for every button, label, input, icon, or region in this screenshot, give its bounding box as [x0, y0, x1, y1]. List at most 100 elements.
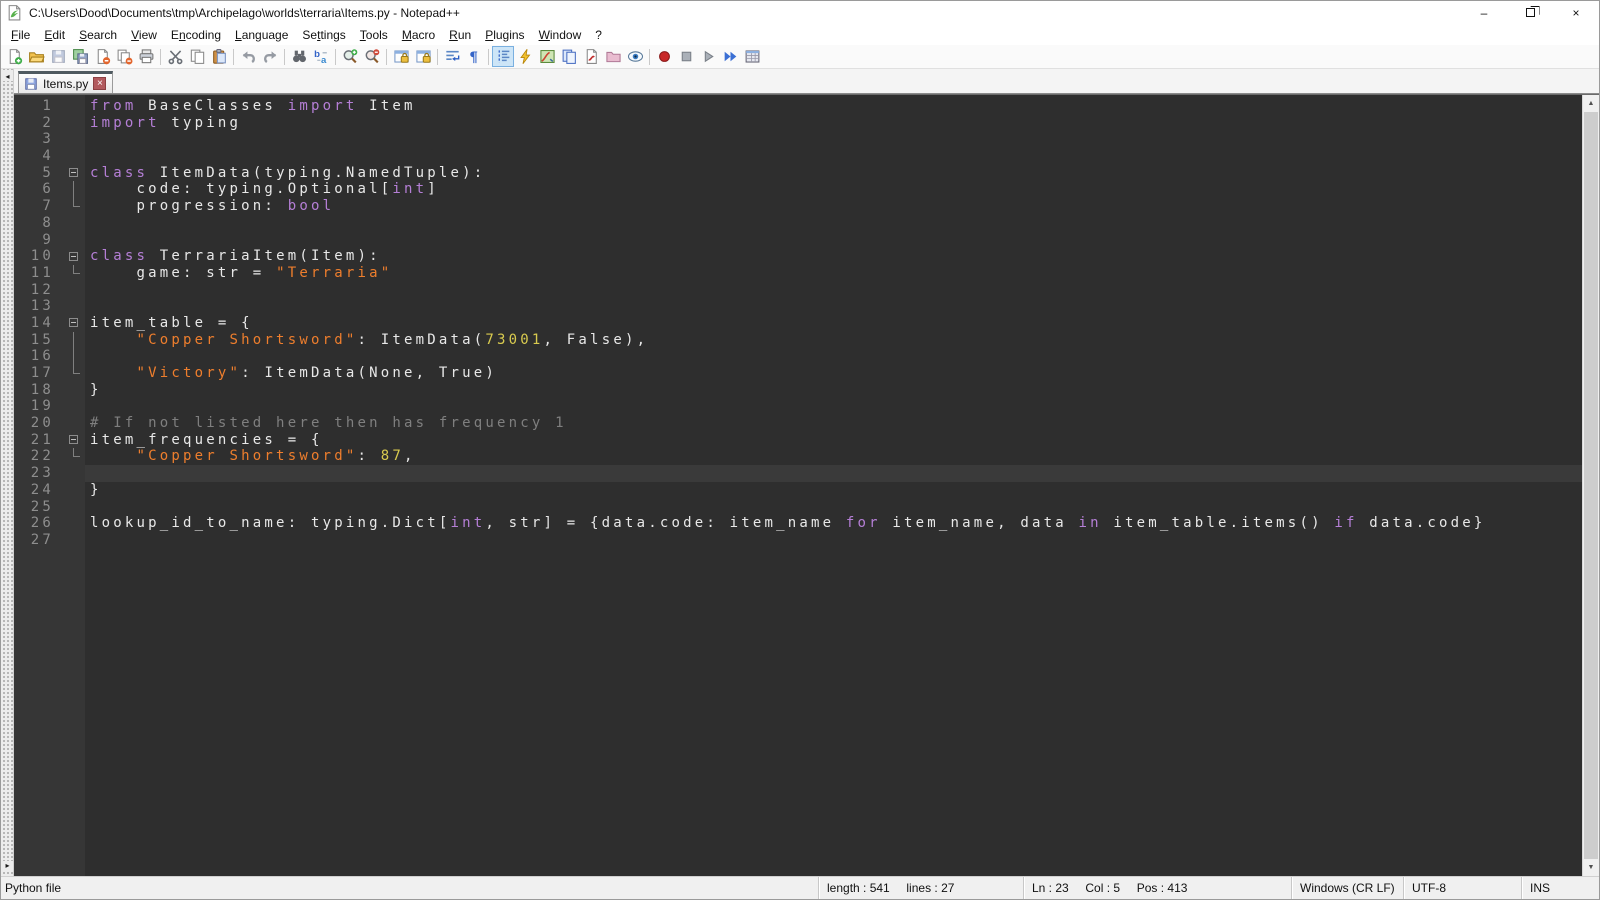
tab-scroll-left-icon[interactable]: ◂ [2, 72, 13, 81]
code-line[interactable]: item_table = { [85, 315, 1582, 332]
document-monitor-icon[interactable] [624, 46, 646, 67]
close-all-icon[interactable] [113, 46, 135, 67]
save-icon[interactable] [47, 46, 69, 67]
scroll-up-icon[interactable]: ▲ [1583, 95, 1599, 112]
code-line[interactable]: class TerrariaItem(Item): [85, 248, 1582, 265]
scrollbar-thumb[interactable] [1584, 112, 1598, 859]
function-list-icon[interactable] [514, 46, 536, 67]
code-line[interactable]: import typing [85, 115, 1582, 132]
tab-close-icon[interactable]: × [93, 77, 106, 90]
sync-horizontal-icon[interactable] [412, 46, 434, 67]
code-line[interactable]: "Victory": ItemData(None, True) [85, 365, 1582, 382]
file-browser-icon[interactable] [580, 46, 602, 67]
code-line[interactable] [85, 298, 1582, 315]
code-line[interactable] [85, 398, 1582, 415]
menu-item-macro[interactable]: Macro [395, 26, 442, 44]
copy-icon[interactable] [186, 46, 208, 67]
playback-macro-icon[interactable] [697, 46, 719, 67]
indent-guide-icon[interactable] [492, 46, 514, 67]
menu-item-language[interactable]: Language [228, 26, 295, 44]
zoom-in-icon[interactable] [339, 46, 361, 67]
save-all-icon[interactable] [69, 46, 91, 67]
editor-wrap: 1234567891011121314151617181920212223242… [14, 94, 1599, 876]
code-line[interactable]: game: str = "Terraria" [85, 265, 1582, 282]
fold-collapse-icon[interactable] [69, 168, 78, 177]
stop-recording-icon[interactable] [675, 46, 697, 67]
close-button[interactable]: × [1553, 1, 1599, 24]
show-all-characters-icon[interactable]: ¶ [463, 46, 485, 67]
tab-items-py[interactable]: Items.py× [18, 71, 113, 93]
code-line[interactable] [85, 499, 1582, 516]
menu-item-view[interactable]: View [124, 26, 164, 44]
vertical-scrollbar[interactable]: ▲ ▼ [1582, 95, 1599, 876]
code-line[interactable] [85, 532, 1582, 549]
code-line[interactable] [85, 348, 1582, 365]
menu-item-plugins[interactable]: Plugins [478, 26, 531, 44]
menu-item-encoding[interactable]: Encoding [164, 26, 228, 44]
find-icon[interactable] [288, 46, 310, 67]
menu-item-tools[interactable]: Tools [353, 26, 395, 44]
menu-item-search[interactable]: Search [72, 26, 124, 44]
start-recording-icon[interactable] [653, 46, 675, 67]
print-icon[interactable] [135, 46, 157, 67]
line-number: 5 [14, 165, 64, 182]
code-editor[interactable]: 1234567891011121314151617181920212223242… [14, 95, 1582, 876]
menu-item-settings[interactable]: Settings [295, 26, 352, 44]
code-line[interactable]: } [85, 382, 1582, 399]
undo-icon[interactable] [237, 46, 259, 67]
sync-vertical-icon[interactable] [390, 46, 412, 67]
document-list-icon[interactable] [558, 46, 580, 67]
redo-icon[interactable] [259, 46, 281, 67]
zoom-out-icon[interactable] [361, 46, 383, 67]
code-line[interactable]: item_frequencies = { [85, 432, 1582, 449]
fold-toggle[interactable] [64, 315, 85, 332]
code-line[interactable]: } [85, 482, 1582, 499]
code-line[interactable] [85, 282, 1582, 299]
cut-icon[interactable] [164, 46, 186, 67]
code-line[interactable] [85, 131, 1582, 148]
code-line[interactable]: # If not listed here then has frequency … [85, 415, 1582, 432]
maximize-restore-button[interactable] [1507, 1, 1553, 24]
folder-as-workspace-icon[interactable] [602, 46, 624, 67]
code-area[interactable]: from BaseClasses import Itemimport typin… [85, 95, 1582, 876]
dock-expand-icon[interactable]: ▸ [2, 861, 13, 870]
fold-toggle[interactable] [64, 165, 85, 182]
document-map-icon[interactable] [536, 46, 558, 67]
code-line[interactable]: "Copper Shortsword": 87, [85, 448, 1582, 465]
paste-icon[interactable] [208, 46, 230, 67]
scrollbar-track[interactable] [1583, 112, 1599, 859]
save-recorded-macro-icon[interactable] [741, 46, 763, 67]
new-file-icon[interactable] [3, 46, 25, 67]
fold-collapse-icon[interactable] [69, 252, 78, 261]
code-line[interactable] [85, 215, 1582, 232]
close-file-icon[interactable] [91, 46, 113, 67]
replace-icon[interactable]: ba [310, 46, 332, 67]
scroll-down-icon[interactable]: ▼ [1583, 859, 1599, 876]
menu-item-run[interactable]: Run [442, 26, 478, 44]
code-line[interactable] [85, 465, 1582, 482]
fold-collapse-icon[interactable] [69, 318, 78, 327]
fold-toggle[interactable] [64, 248, 85, 265]
dock-grip[interactable]: ◂ ▸ [1, 69, 14, 876]
code-line[interactable]: code: typing.Optional[int] [85, 181, 1582, 198]
code-line[interactable]: class ItemData(typing.NamedTuple): [85, 165, 1582, 182]
fold-toggle[interactable] [64, 432, 85, 449]
code-line[interactable]: from BaseClasses import Item [85, 98, 1582, 115]
menu-item-file[interactable]: File [4, 26, 37, 44]
open-file-icon[interactable] [25, 46, 47, 67]
menu-item-window[interactable]: Window [532, 26, 589, 44]
code-line[interactable] [85, 232, 1582, 249]
toolbar-group [164, 46, 230, 67]
fold-collapse-icon[interactable] [69, 435, 78, 444]
menu-item-help[interactable]: ? [588, 26, 609, 44]
code-line[interactable]: lookup_id_to_name: typing.Dict[int, str]… [85, 515, 1582, 532]
toolbar-separator [437, 49, 438, 65]
menu-item-edit[interactable]: Edit [37, 26, 72, 44]
code-line[interactable] [85, 148, 1582, 165]
toolbar-group: ba [288, 46, 332, 67]
code-line[interactable]: progression: bool [85, 198, 1582, 215]
run-macro-multiple-icon[interactable] [719, 46, 741, 67]
minimize-button[interactable]: – [1461, 1, 1507, 24]
word-wrap-icon[interactable] [441, 46, 463, 67]
code-line[interactable]: "Copper Shortsword": ItemData(73001, Fal… [85, 332, 1582, 349]
